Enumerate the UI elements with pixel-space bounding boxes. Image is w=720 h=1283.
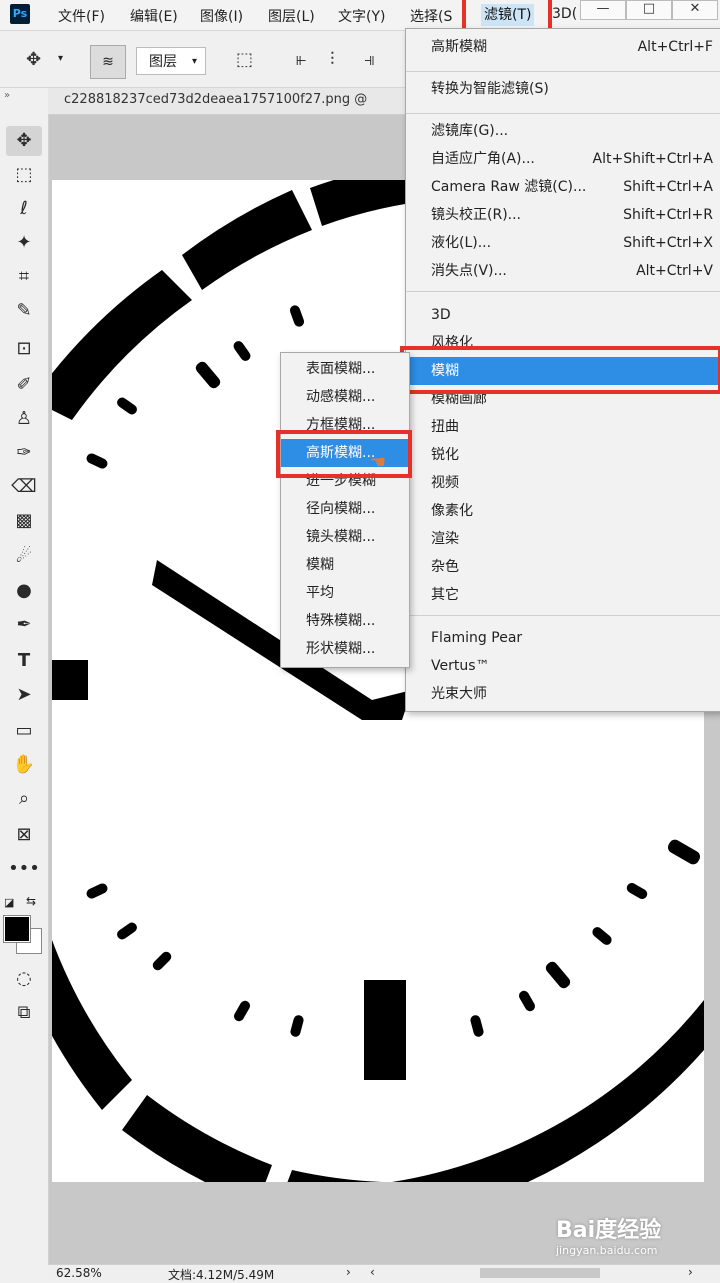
menu-edit[interactable]: 编辑(E) <box>130 6 178 26</box>
blur-item-smart[interactable]: 特殊模糊... <box>281 607 409 635</box>
frame-tool-icon[interactable]: ⊡ <box>6 334 42 364</box>
filter-menu-item-last-filter[interactable]: 高斯模糊 Alt+Ctrl+F <box>406 33 720 61</box>
chevron-down-icon: ▾ <box>191 56 197 67</box>
document-tab[interactable]: c228818237ced73d2deaea1757100f27.png @ <box>64 92 367 107</box>
menu-image[interactable]: 图像(I) <box>200 6 243 26</box>
blur-item-lens[interactable]: 镜头模糊... <box>281 523 409 551</box>
filter-menu-item-gallery[interactable]: 滤镜库(G)... <box>406 117 720 145</box>
align-right-icon[interactable]: ⫣ <box>364 49 375 70</box>
magic-wand-tool-icon[interactable]: ✦ <box>6 228 42 258</box>
menu-divider <box>406 291 720 292</box>
move-tool-icon[interactable]: ✥ <box>26 49 41 70</box>
tools-panel: » ✥ ⬚ ℓ ✦ ⌗ ✎ ⊡ ✐ ♙ ✑ ⌫ ▩ ☄ ● ✒ T ➤ ▭ ✋ … <box>0 88 49 1264</box>
menu-divider <box>406 615 720 616</box>
stamp-tool-icon[interactable]: ♙ <box>6 404 42 434</box>
annotation-gaussian-highlight <box>276 430 412 478</box>
photoshop-logo-icon: Ps <box>10 4 30 24</box>
crop-tool-icon[interactable]: ⌗ <box>6 262 42 292</box>
zoom-level[interactable]: 62.58% <box>56 1266 102 1280</box>
eyedropper-tool-icon[interactable]: ✎ <box>6 296 42 326</box>
blur-item-radial[interactable]: 径向模糊... <box>281 495 409 523</box>
rectangle-tool-icon[interactable]: ▭ <box>6 716 42 746</box>
filter-menu-item-3d[interactable]: 3D <box>406 301 720 329</box>
menu-type[interactable]: 文字(Y) <box>338 6 385 26</box>
filter-menu-item-distort[interactable]: 扭曲 <box>406 413 720 441</box>
scroll-right-icon[interactable]: › <box>688 1265 693 1279</box>
close-icon[interactable]: ✕ <box>672 0 718 20</box>
chevron-right-icon[interactable]: › <box>346 1265 351 1279</box>
blur-submenu: 表面模糊... 动感模糊... 方框模糊... 高斯模糊... 进一步模糊 径向… <box>280 352 410 668</box>
default-colors-icon[interactable]: ◪ <box>4 896 14 909</box>
menu-select[interactable]: 选择(S <box>410 6 452 26</box>
auto-select-target-value: 图层 <box>149 54 177 70</box>
dodge-tool-icon[interactable]: ● <box>6 576 42 606</box>
menu-bar: Ps 文件(F) 编辑(E) 图像(I) 图层(L) 文字(Y) 选择(S 滤镜… <box>0 0 720 31</box>
filter-menu-item-sharpen[interactable]: 锐化 <box>406 441 720 469</box>
menu-file[interactable]: 文件(F) <box>58 6 105 26</box>
gradient-tool-icon[interactable]: ▩ <box>6 506 42 536</box>
chevron-down-icon[interactable]: ▾ <box>58 53 63 64</box>
hand-tool-icon[interactable]: ✋ <box>6 750 42 780</box>
document-size-info: 文档:4.12M/5.49M <box>168 1268 275 1282</box>
brush-tool-icon[interactable]: ✐ <box>6 370 42 400</box>
filter-menu-item-vanishing-point[interactable]: 消失点(V)... Alt+Ctrl+V <box>406 257 720 285</box>
window-controls: — □ ✕ <box>580 0 720 20</box>
menu-3d[interactable]: 3D( <box>552 6 577 22</box>
swap-colors-icon[interactable]: ⇆ <box>26 894 36 908</box>
blur-item-blur[interactable]: 模糊 <box>281 551 409 579</box>
menu-divider <box>406 113 720 114</box>
blur-item-surface[interactable]: 表面模糊... <box>281 355 409 383</box>
filter-menu-item-other[interactable]: 其它 <box>406 581 720 609</box>
filter-menu-item-lens-correction[interactable]: 镜头校正(R)... Shift+Ctrl+R <box>406 201 720 229</box>
type-tool-icon[interactable]: T <box>6 646 42 676</box>
filter-menu-item-video[interactable]: 视频 <box>406 469 720 497</box>
filter-menu-item-flaming-pear[interactable]: Flaming Pear <box>406 624 720 652</box>
smudge-tool-icon[interactable]: ☄ <box>6 542 42 572</box>
history-brush-tool-icon[interactable]: ✑ <box>6 438 42 468</box>
filter-menu-item-convert-smart[interactable]: 转换为智能滤镜(S) <box>406 75 720 103</box>
more-tools-icon[interactable]: ••• <box>6 854 42 884</box>
restore-icon[interactable]: □ <box>626 0 672 20</box>
watermark-url: jingyan.baidu.com <box>556 1244 658 1257</box>
status-bar: 62.58% 文档:4.12M/5.49M › ‹ › <box>48 1264 720 1282</box>
marquee-tool-icon[interactable]: ⬚ <box>6 160 42 190</box>
filter-menu-item-liquify[interactable]: 液化(L)... Shift+Ctrl+X <box>406 229 720 257</box>
zoom-tool-icon[interactable]: ⌕ <box>6 784 42 814</box>
path-selection-tool-icon[interactable]: ➤ <box>6 680 42 710</box>
annotation-blur-highlight <box>400 346 720 394</box>
blur-item-motion[interactable]: 动感模糊... <box>281 383 409 411</box>
watermark-logo: Bai度经验 <box>556 1218 662 1243</box>
pen-tool-icon[interactable]: ✒ <box>6 610 42 640</box>
move-tool-icon[interactable]: ✥ <box>6 126 42 156</box>
filter-menu-item-pixelate[interactable]: 像素化 <box>406 497 720 525</box>
collapse-panel-icon[interactable]: » <box>4 90 10 101</box>
filter-menu-item-vertus[interactable]: Vertus™ <box>406 652 720 680</box>
horizontal-scrollbar[interactable] <box>480 1268 600 1278</box>
eraser-tool-icon[interactable]: ⌫ <box>6 472 42 502</box>
align-left-icon[interactable]: ⫦ <box>296 49 306 70</box>
filter-menu-item-camera-raw[interactable]: Camera Raw 滤镜(C)... Shift+Ctrl+A <box>406 173 720 201</box>
screen-mode-icon[interactable]: ⧉ <box>6 998 42 1028</box>
lasso-tool-icon[interactable]: ℓ <box>6 194 42 224</box>
menu-divider <box>406 71 720 72</box>
align-center-icon[interactable]: ⫶ <box>330 49 335 70</box>
filter-menu-item-noise[interactable]: 杂色 <box>406 553 720 581</box>
filter-menu-item-adaptive-wide-angle[interactable]: 自适应广角(A)... Alt+Shift+Ctrl+A <box>406 145 720 173</box>
minimize-icon[interactable]: — <box>580 0 626 20</box>
menu-layer[interactable]: 图层(L) <box>268 6 315 26</box>
filter-menu-item-render[interactable]: 渲染 <box>406 525 720 553</box>
blur-item-shape[interactable]: 形状模糊... <box>281 635 409 663</box>
auto-select-target-dropdown[interactable]: 图层 ▾ <box>136 47 206 75</box>
scroll-left-icon[interactable]: ‹ <box>370 1265 375 1279</box>
auto-select-icon[interactable]: ≋ <box>90 45 126 79</box>
cursor-hand-icon: ☚ <box>370 452 387 473</box>
transform-controls-icon[interactable]: ⬚ <box>236 49 253 70</box>
foreground-color-swatch[interactable] <box>3 915 31 943</box>
blur-item-average[interactable]: 平均 <box>281 579 409 607</box>
artboard-tool-icon[interactable]: ⊠ <box>6 820 42 850</box>
quick-mask-icon[interactable]: ◌ <box>6 964 42 994</box>
filter-menu-item-beam-master[interactable]: 光束大师 <box>406 680 720 708</box>
